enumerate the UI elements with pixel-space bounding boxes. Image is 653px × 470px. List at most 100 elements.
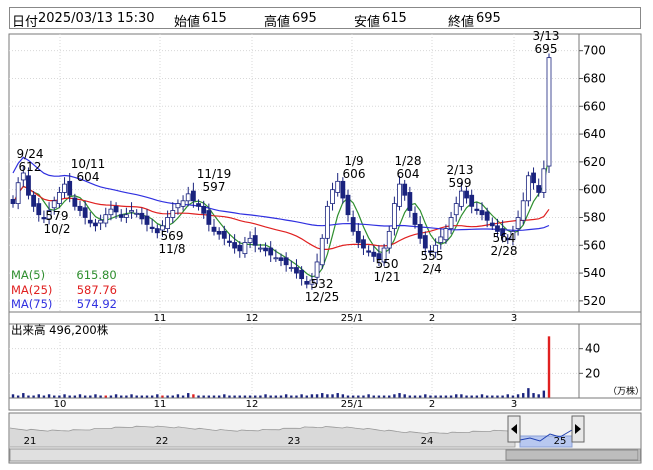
volume-bar — [516, 394, 520, 398]
candle-body — [525, 175, 531, 202]
candle-body — [15, 182, 21, 204]
candle-body — [541, 168, 547, 193]
candle-body — [10, 199, 16, 204]
candle-body — [397, 183, 402, 207]
candle-body — [175, 203, 181, 209]
candle-body — [221, 230, 227, 239]
candle-body — [474, 208, 480, 211]
volume-bar — [181, 395, 185, 398]
navigator-left-handle[interactable] — [507, 415, 521, 443]
ma75-label: MA(75) — [11, 297, 53, 311]
volume-bar — [212, 395, 216, 398]
volume-bar — [336, 393, 339, 398]
candle-body — [62, 183, 67, 193]
low-label: 安値 — [354, 15, 381, 30]
close-value: 695 — [476, 11, 501, 26]
candle-body — [82, 207, 88, 218]
volume-bar — [465, 395, 468, 398]
volume-bar — [94, 394, 97, 398]
candle-body — [98, 219, 104, 224]
annotation-line2: 604 — [397, 167, 420, 181]
volume-bar — [228, 395, 231, 398]
volume-unit: （万株） — [608, 385, 644, 397]
candle-body — [407, 192, 413, 211]
candle-body — [51, 200, 57, 209]
annotation-line1: 550 — [376, 257, 399, 271]
month-label-top: 3 — [511, 313, 517, 324]
price-tick-label: 540 — [583, 266, 606, 280]
navigator-history-area — [9, 425, 516, 448]
annotation-line2: 2/28 — [491, 244, 518, 258]
volume-bar — [496, 395, 499, 398]
month-label-top: 2 — [429, 313, 435, 324]
volume-bar — [398, 393, 401, 398]
volume-bar — [223, 394, 226, 398]
volume-bar — [527, 388, 530, 398]
navigator-scroll-thumb[interactable] — [505, 449, 639, 461]
volume-bar — [408, 395, 412, 398]
month-label-top: 11 — [154, 313, 167, 324]
candle-body — [129, 210, 134, 213]
volume-bar — [341, 394, 345, 398]
volume-axis-frame — [578, 323, 642, 399]
open-value: 615 — [202, 11, 227, 26]
ma5-label: MA(5) — [11, 268, 46, 282]
ma75-value: 574.92 — [76, 297, 117, 311]
candle-body — [355, 230, 361, 243]
candle-body — [381, 247, 387, 263]
candle-body — [484, 211, 490, 221]
volume-bar — [233, 395, 236, 398]
navigator-scrollbar[interactable] — [9, 448, 641, 462]
volume-bar — [310, 394, 314, 398]
volume-bar — [197, 395, 200, 398]
price-tick-label: 600 — [583, 183, 606, 197]
candle-body — [314, 261, 320, 278]
annotation-line2: 612 — [19, 160, 42, 174]
candle-body — [26, 175, 31, 196]
volume-bar — [377, 395, 381, 398]
month-label-top: 12 — [246, 313, 259, 324]
candle-body — [31, 194, 37, 207]
volume-bar — [460, 394, 463, 398]
candle-body — [154, 228, 160, 234]
candle-body — [433, 244, 439, 253]
price-tick-label: 560 — [583, 238, 606, 252]
candle-body — [20, 172, 26, 181]
volume-bar — [475, 395, 479, 398]
volume-bar — [418, 395, 422, 398]
volume-bar — [491, 395, 494, 398]
close-label: 終値 — [448, 15, 475, 30]
volume-bar — [269, 395, 272, 398]
candle-body — [278, 257, 284, 261]
volume-value: 496,200株 — [49, 323, 109, 337]
volume-bar — [331, 394, 334, 398]
volume-bar — [171, 395, 174, 398]
candle-body — [196, 203, 201, 207]
volume-bar — [130, 394, 133, 398]
candle-body — [113, 205, 119, 213]
annotation-line2: 597 — [203, 180, 226, 194]
candle-body — [438, 236, 444, 243]
navigator-selection-line — [519, 429, 573, 442]
annotation-line2: 599 — [449, 176, 472, 190]
volume-bar — [403, 394, 406, 398]
candle-body — [185, 193, 191, 202]
candle-body — [386, 230, 392, 249]
candle-body — [216, 230, 222, 235]
navigator-right-handle[interactable] — [571, 415, 585, 443]
ma25-legend: MA(25) 587.76 — [11, 283, 117, 297]
candle-body — [500, 228, 506, 236]
candle-body — [93, 222, 98, 227]
candle-body — [412, 212, 418, 225]
price-chart[interactable]: 700 680 660 640 620 600 580 560 540 520 9/24612 57… — [0, 0, 653, 470]
candle-body — [520, 200, 526, 221]
volume-label: 出来高 — [11, 323, 46, 337]
candle-body — [206, 210, 212, 225]
volume-bar — [176, 394, 180, 398]
price-tick-label: 680 — [583, 71, 606, 85]
candle-body — [123, 214, 129, 218]
candle-body — [288, 267, 294, 269]
volume-bar — [207, 395, 211, 398]
navigator-selection[interactable] — [519, 435, 573, 448]
volume-title: 出来高 496,200株 — [11, 322, 108, 338]
